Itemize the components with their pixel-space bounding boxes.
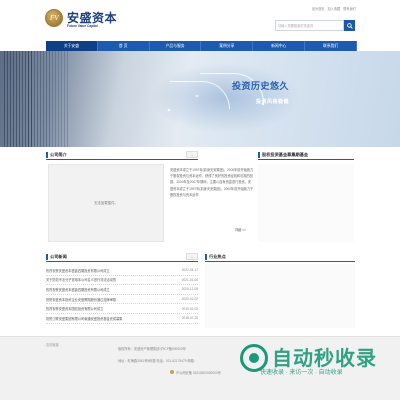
news-item-title[interactable]: 关于防范不法分子冒用本公司名义进行非法活动的 [46, 277, 166, 282]
intro-media: 无法加载插件。 [48, 164, 164, 242]
news-item[interactable]: 热烈祝贺安盛资本盛鑫四期投资有限公司成立 2022-04-17 [46, 266, 198, 276]
police-badge-icon [170, 370, 174, 374]
footer-copyright: 版权所有：安盛资产管理集团 沪ICP备000000号 [118, 347, 186, 351]
intro-media-message: 无法加载插件。 [94, 201, 118, 205]
nav-item-contact[interactable]: 联系我们 [305, 41, 357, 51]
hot-title: 行业热点 [209, 253, 226, 259]
news-item[interactable]: 热烈祝贺安盛资本国信投资有限公司成立 2019-02-02 [46, 304, 198, 314]
intro-title: 公司简介 [50, 151, 67, 157]
news-item-date: 2020-12-08 [181, 287, 198, 292]
hero-banner [0, 51, 400, 147]
top-link-contact[interactable]: 联系我们 [343, 6, 356, 11]
nav-item-cases[interactable]: 案例分享 [201, 41, 254, 51]
nav-item-news[interactable]: 新闻中心 [253, 41, 306, 51]
news-item-title[interactable]: 热烈祝贺安盛资本盛鑫四期投资有限公司成立 [46, 268, 166, 273]
nav-item-products[interactable]: 产品与服务 [150, 41, 202, 51]
intro-detail-link[interactable]: 详细 >> [235, 227, 246, 232]
banner-subtitle: 投资风格稳健 [256, 99, 290, 105]
news-item[interactable]: 热烈祝贺安盛资本盛鑫四期投资有限公司成立 2020-12-08 [46, 285, 198, 295]
search-icon [346, 22, 353, 29]
top-link-favorite[interactable]: 加入收藏 [328, 6, 341, 11]
top-link-home[interactable]: 设为首页 [312, 6, 325, 11]
news-item-date: 2018-07-25 [181, 316, 198, 321]
news-item[interactable]: 祝贺江联安盛集团有限公司南通安盛投资基金完成募集 2018-07-25 [46, 314, 198, 324]
intro-text: 安盛资本成立于1997年(前身天安集团)，2000年前开始致力于股权投资与资本运… [170, 168, 254, 197]
watermark: 自动秒收录 快速收录 · 来访一次 · 自动收录 [240, 340, 400, 400]
search-input[interactable] [275, 20, 344, 31]
fund-content [258, 164, 354, 242]
header-accent-bar [258, 151, 260, 158]
header-accent-bar [205, 253, 207, 260]
news-more-button[interactable]: + [186, 253, 198, 260]
nav-item-about[interactable]: 关于安盛 [46, 41, 98, 51]
hot-header: 行业热点 [205, 252, 355, 262]
footer-address: 地址：虹梅路3081号5栋楼 电话：021-62175479 邮箱： [118, 359, 198, 363]
footer-friend-links[interactable]: 友情链接 [46, 342, 59, 347]
hot-content [205, 264, 355, 328]
banner-title: 投资历史悠久 [232, 81, 290, 91]
news-header: 公司新闻 + [46, 252, 198, 262]
news-item-title[interactable]: 祝贺安盛资本投资企业安盛腾翔股份通过挂牌审核 [46, 297, 166, 302]
header-accent-bar [46, 151, 48, 158]
fund-title: 股权投资基金募集期基金 [262, 151, 309, 157]
news-item-title[interactable]: 祝贺江联安盛集团有限公司南通安盛投资基金完成募集 [46, 316, 166, 321]
header-accent-bar [46, 253, 48, 260]
news-item[interactable]: 关于防范不法分子冒用本公司名义进行非法活动的 2021-01-06 [46, 276, 198, 286]
site-logo[interactable]: FV 安盛资本 Future Value Capital [45, 9, 145, 35]
news-item-date: 2021-01-06 [181, 277, 198, 282]
nav-item-home[interactable]: 首 页 [98, 41, 150, 51]
intro-header: 公司简介 + [46, 150, 198, 160]
news-item-title[interactable]: 热烈祝贺安盛资本国信投资有限公司成立 [46, 306, 166, 311]
intro-more-button[interactable]: + [186, 151, 198, 158]
watermark-subtitle: 快速收录 · 来访一次 · 自动收录 [260, 370, 343, 376]
network-node [168, 109, 170, 111]
building-graphic [52, 51, 70, 147]
logo-emblem-text: FV [50, 14, 59, 22]
logo-emblem-icon: FV [45, 9, 63, 27]
news-item-date: 2019-02-02 [181, 306, 198, 311]
news-item-date: 2022-04-17 [181, 268, 198, 273]
footer-record[interactable]: 沪公网安备 31010502000000号 [176, 370, 221, 375]
search-button[interactable] [344, 20, 355, 31]
search-box [275, 20, 355, 31]
news-item-title[interactable]: 热烈祝贺安盛资本盛鑫四期投资有限公司成立 [46, 287, 166, 292]
building-graphic [28, 51, 50, 147]
news-list: 热烈祝贺安盛资本盛鑫四期投资有限公司成立 2022-04-17 关于防范不法分子… [46, 266, 198, 324]
main-nav: 关于安盛 首 页 产品与服务 案例分享 新闻中心 联系我们 [46, 41, 357, 51]
news-title: 公司新闻 [50, 253, 67, 259]
top-links: 设为首页 加入收藏 联系我们 [312, 6, 356, 11]
fund-header: 股权投资基金募集期基金 [258, 150, 354, 160]
logo-english-name: Future Value Capital [67, 24, 98, 28]
news-item[interactable]: 祝贺安盛资本投资企业安盛腾翔股份通过挂牌审核 2020-02-02 [46, 295, 198, 305]
news-item-date: 2020-02-02 [181, 297, 198, 302]
